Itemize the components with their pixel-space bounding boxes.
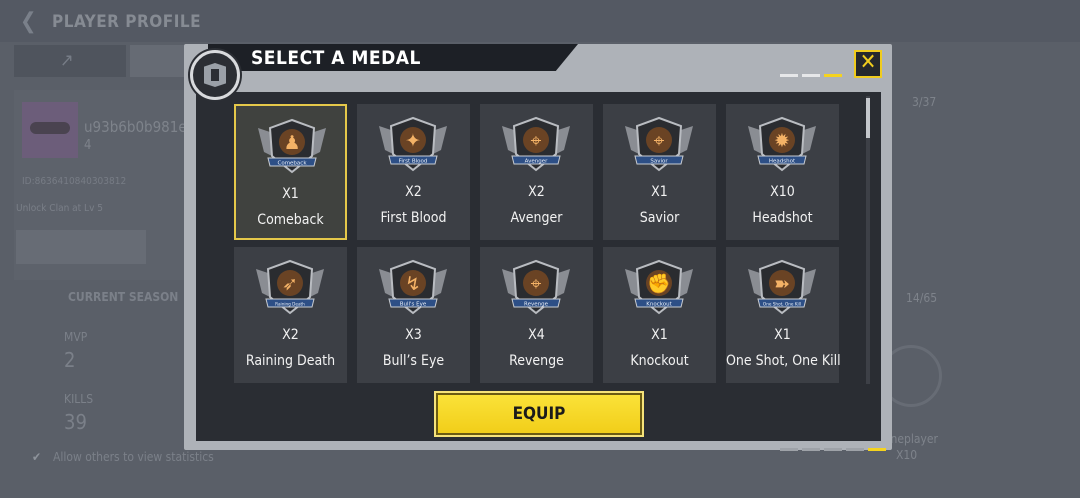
medal-name: Comeback — [257, 212, 324, 228]
medal-emblem-icon: ⌖ Avenger — [502, 116, 570, 172]
page-indicator — [780, 74, 842, 77]
medal-tile[interactable]: ⌖ Avenger X2 Avenger — [480, 104, 593, 240]
medal-count: X1 — [651, 184, 668, 200]
medal-emblem-icon: ⌖ Revenge — [502, 259, 570, 315]
dialog-title: SELECT A MEDAL — [251, 47, 421, 69]
medal-badge-icon — [190, 50, 240, 100]
medal-tile[interactable]: ✹ Headshot X10 Headshot — [726, 104, 839, 240]
medal-banner-text: Savior — [650, 159, 668, 165]
right-multiplier: X10 — [896, 448, 918, 462]
medal-emblem-icon: ↯ Bull's Eye — [379, 259, 447, 315]
select-medal-dialog: SELECT A MEDAL ✕ ♟ Comeback X1 Comeback ✦ Fir… — [184, 44, 892, 450]
medal-name: Knockout — [630, 353, 689, 369]
medal-count: X1 — [282, 186, 299, 202]
medal-emblem-icon: ✦ First Blood — [379, 116, 447, 172]
fist-burst-icon: ✊ — [647, 273, 671, 295]
player-level: 4 — [84, 138, 92, 153]
clan-button[interactable] — [16, 230, 146, 264]
kills-label: KILLS — [64, 392, 94, 406]
medal-tile[interactable]: ♟ Comeback X1 Comeback — [234, 104, 347, 240]
medal-banner-text: Revenge — [524, 302, 549, 308]
medal-tile[interactable]: ⌖ Revenge X4 Revenge — [480, 247, 593, 383]
lightning-hand-icon: ↯ — [405, 273, 421, 295]
medal-emblem-icon: ✊ Knockout — [625, 259, 693, 315]
medal-tile[interactable]: ⌖ Savior X1 Savior — [603, 104, 716, 240]
missile-icon: ➶ — [282, 273, 298, 295]
medal-name: Bull’s Eye — [382, 353, 445, 369]
medal-name: Savior — [639, 210, 680, 226]
medal-name: Avenger — [510, 210, 563, 226]
unlock-clan-text: Unlock Clan at Lv 5 — [16, 203, 103, 214]
avatar[interactable] — [22, 102, 78, 158]
medal-emblem-icon: ⌖ Savior — [625, 116, 693, 172]
medal-count: X2 — [405, 184, 422, 200]
medal-banner-text: Knockout — [646, 302, 672, 308]
star-burst-icon: ✦ — [405, 130, 421, 152]
medal-name: Revenge — [509, 353, 564, 369]
medal-count: X4 — [528, 327, 545, 343]
scrollbar[interactable] — [866, 96, 870, 384]
close-button[interactable]: ✕ — [854, 50, 882, 78]
kills-value: 39 — [64, 410, 87, 434]
bullet-icon: ➽ — [774, 273, 790, 295]
season-label: CURRENT SEASON — [68, 290, 179, 304]
medal-banner-text: First Blood — [399, 159, 428, 165]
medal-count-top: 3/37 — [912, 95, 937, 109]
medal-banner-text: Bull's Eye — [400, 302, 427, 308]
player-name: u93b6b0b981ef — [84, 118, 192, 136]
allow-view-label: Allow others to view statistics — [53, 450, 214, 464]
medal-count-mid: 14/65 — [906, 291, 938, 305]
medal-banner-text: Headshot — [769, 159, 796, 165]
medal-emblem-icon: ➶ Raining Death — [256, 259, 324, 315]
mvp-label: MVP — [64, 330, 88, 344]
medal-tile[interactable]: ✦ First Blood X2 First Blood — [357, 104, 470, 240]
medal-count: X2 — [282, 327, 299, 343]
medal-banner-text: One Shot, One Kill — [763, 302, 801, 307]
bottom-page-indicator — [780, 448, 886, 451]
medal-emblem-icon: ✹ Headshot — [748, 116, 816, 172]
crosshair-soldier-icon: ⌖ — [531, 130, 542, 152]
crosshair-shooter-icon: ⌖ — [654, 130, 665, 152]
medal-name: Headshot — [752, 210, 813, 226]
chart-icon: ↗ — [60, 50, 74, 71]
medal-emblem-icon: ➽ One Shot, One Kill — [748, 259, 816, 315]
allow-view-option[interactable]: ✔ Allow others to view statistics — [32, 450, 214, 464]
medal-tile[interactable]: ✊ Knockout X1 Knockout — [603, 247, 716, 383]
player-id: ID:8636410840303812 — [22, 176, 127, 187]
medal-banner-text: Avenger — [525, 159, 548, 165]
medal-count: X2 — [528, 184, 545, 200]
medal-tile[interactable]: ➽ One Shot, One Kill X1 One Shot, One Kill — [726, 247, 841, 383]
crosshair-figure-icon: ⌖ — [531, 273, 542, 295]
medal-banner-text: Comeback — [277, 161, 307, 167]
crouching-soldier-icon: ♟ — [283, 132, 300, 154]
medal-tile[interactable]: ➶ Raining Death X2 Raining Death — [234, 247, 347, 383]
equip-button[interactable]: EQUIP — [434, 391, 644, 437]
medal-count: X1 — [774, 327, 791, 343]
medal-name: Raining Death — [245, 353, 336, 369]
checkmark-icon: ✔ — [32, 450, 42, 464]
mvp-value: 2 — [64, 348, 76, 372]
medal-tile[interactable]: ↯ Bull's Eye X3 Bull’s Eye — [357, 247, 470, 383]
profile-title: PLAYER PROFILE — [52, 12, 202, 32]
medal-count: X3 — [405, 327, 422, 343]
back-arrow-icon[interactable]: ❮ — [20, 9, 46, 35]
medal-banner-text: Raining Death — [275, 302, 305, 307]
medal-name: First Blood — [380, 210, 447, 226]
medal-emblem-icon: ♟ Comeback — [258, 118, 326, 174]
medal-count: X10 — [770, 184, 795, 200]
scrollbar-thumb[interactable] — [866, 98, 870, 138]
medal-name: One Shot, One Kill — [726, 353, 841, 369]
close-icon: ✕ — [859, 50, 877, 75]
headshot-burst-icon: ✹ — [774, 130, 790, 152]
medal-count: X1 — [651, 327, 668, 343]
